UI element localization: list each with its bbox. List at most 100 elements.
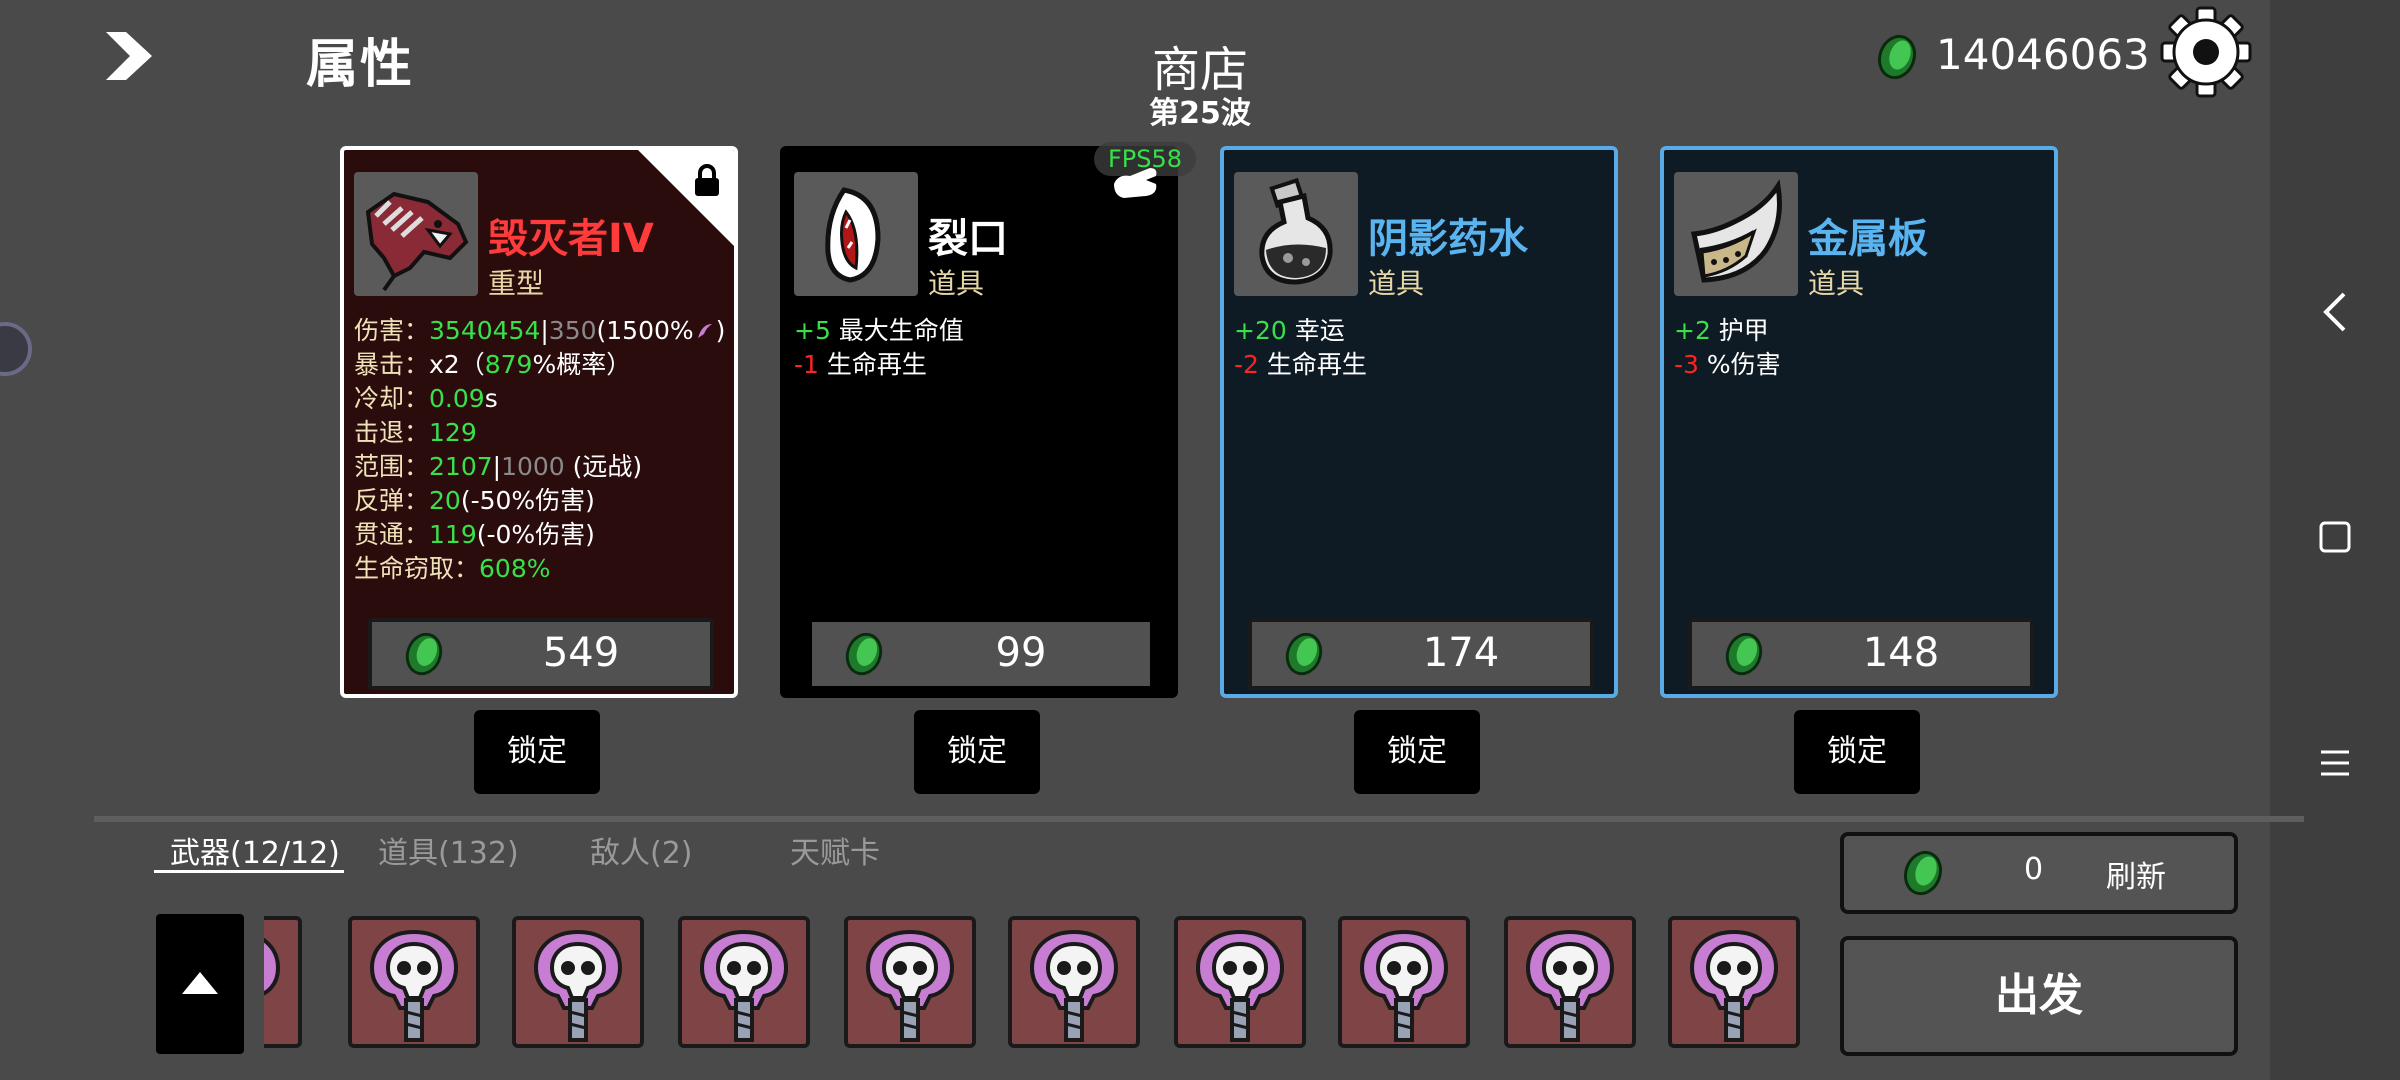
scroll-up-button[interactable] [156, 914, 244, 1054]
metal-plate-icon [1690, 179, 1782, 283]
item-name: 裂口 [928, 216, 1008, 262]
stat-damage: 伤害：3540454|350(1500%) [354, 316, 726, 345]
gear-icon[interactable] [2160, 6, 2252, 98]
item-name: 毁灭者IV [488, 216, 654, 262]
stat-range: 范围：2107|1000 (远战) [354, 452, 643, 481]
item-portrait [1234, 172, 1358, 296]
green-coin-icon [1903, 850, 1943, 896]
inventory-weapon-slot[interactable] [1338, 916, 1470, 1048]
go-button[interactable]: 出发 [1840, 936, 2238, 1056]
item-effects: +2 护甲 -3 %伤害 [1674, 314, 1781, 382]
effect-line: +20 幸运 [1234, 316, 1345, 345]
active-tab-underline [154, 870, 344, 873]
skull-staff-icon [369, 929, 459, 1042]
stat-crit: 暴击：x2（879%概率） [354, 350, 632, 379]
lock-button[interactable]: 锁定 [474, 710, 600, 794]
hand-pointer-icon [1114, 168, 1157, 198]
price-value: 174 [1422, 630, 1500, 676]
shop-card-weapon[interactable]: 毁灭者IV 重型 伤害：3540454|350(1500%) 暴击：x2（879… [340, 146, 738, 698]
skull-staff-icon [699, 929, 789, 1042]
inventory-weapon-slot[interactable] [1174, 916, 1306, 1048]
green-coin-icon [1285, 632, 1323, 676]
skull-staff-icon [1525, 929, 1615, 1042]
skull-staff-icon [1359, 929, 1449, 1042]
item-portrait [794, 172, 918, 296]
lock-button[interactable]: 锁定 [1354, 710, 1480, 794]
effect-line: +2 护甲 [1674, 316, 1769, 345]
inventory-weapon-slot[interactable] [1668, 916, 1800, 1048]
weapon-inventory [264, 914, 1814, 1060]
section-divider [94, 816, 2304, 822]
item-effects: +20 幸运 -2 生命再生 [1234, 314, 1367, 382]
rift-mouth-icon [825, 187, 881, 283]
stat-bounce: 反弹：20(-50%伤害) [354, 486, 595, 515]
lock-button[interactable]: 锁定 [914, 710, 1040, 794]
price-value: 148 [1862, 630, 1940, 676]
inventory-weapon-slot[interactable] [512, 916, 644, 1048]
effect-line: -2 生命再生 [1234, 350, 1367, 379]
inventory-weapon-slot[interactable] [348, 916, 480, 1048]
skull-staff-icon [1689, 929, 1779, 1042]
system-nav-bar [2270, 0, 2400, 1080]
skull-staff-icon [264, 937, 281, 996]
menu-icon[interactable] [2270, 744, 2400, 790]
skull-staff-icon [865, 929, 955, 1042]
effect-line: +5 最大生命值 [794, 316, 964, 345]
price-value: 549 [542, 630, 620, 676]
arrow-up-icon [182, 972, 218, 994]
tab-talent-cards[interactable]: 天赋卡 [790, 828, 880, 872]
weapon-stats: 伤害：3540454|350(1500%) 暴击：x2（879%概率） 冷却：0… [354, 314, 725, 586]
inventory-weapon-slot[interactable] [844, 916, 976, 1048]
item-name: 阴影药水 [1368, 216, 1528, 262]
skull-staff-icon [1195, 929, 1285, 1042]
buy-button[interactable]: 174 [1248, 618, 1594, 690]
back-icon[interactable] [2270, 290, 2400, 344]
shop-card-item[interactable]: 金属板 道具 +2 护甲 -3 %伤害 148 [1660, 146, 2058, 698]
lock-icon [695, 164, 719, 196]
item-name: 金属板 [1808, 216, 1928, 262]
stat-pierce: 贯通：119(-0%伤害) [354, 520, 595, 549]
home-icon[interactable] [2270, 518, 2400, 564]
inventory-weapon-slot[interactable] [1504, 916, 1636, 1048]
item-type: 道具 [1808, 267, 1865, 300]
shop-card-item[interactable]: 阴影药水 道具 +20 幸运 -2 生命再生 174 [1220, 146, 1618, 698]
item-portrait [1674, 172, 1798, 296]
skull-staff-icon [1029, 929, 1119, 1042]
stats-title[interactable]: 属性 [306, 22, 414, 97]
effect-line: -3 %伤害 [1674, 350, 1781, 379]
tab-enemies[interactable]: 敌人(2) [590, 828, 693, 872]
green-coin-icon [405, 632, 443, 676]
shadow-potion-icon [1259, 177, 1333, 285]
refresh-button[interactable]: 0 刷新 [1840, 832, 2238, 914]
green-coin-icon [1877, 34, 1917, 80]
buy-button[interactable]: 549 [368, 618, 714, 690]
chevron-right-icon[interactable] [100, 28, 156, 84]
buy-button[interactable]: 99 [808, 618, 1154, 690]
wave-label: 第25波 [1149, 96, 1251, 131]
buy-button[interactable]: 148 [1688, 618, 2034, 690]
shop-card-item[interactable]: 裂口 道具 +5 最大生命值 -1 生命再生 99 [780, 146, 1178, 698]
destroyer-weapon-icon [365, 191, 469, 292]
price-value: 99 [995, 630, 1047, 676]
floating-assist-bubble[interactable] [0, 322, 32, 376]
stat-cooldown: 冷却：0.09s [354, 384, 498, 413]
stat-lifesteal: 生命窃取：608% [354, 554, 551, 583]
lock-button[interactable]: 锁定 [1794, 710, 1920, 794]
magic-damage-icon [697, 324, 712, 338]
green-coin-icon [845, 632, 883, 676]
inventory-weapon-slot[interactable] [678, 916, 810, 1048]
inventory-weapon-slot[interactable] [1008, 916, 1140, 1048]
item-type: 道具 [928, 267, 985, 300]
currency-amount: 14046063 [1936, 30, 2150, 79]
skull-staff-icon [533, 929, 623, 1042]
item-type: 道具 [1368, 267, 1425, 300]
inventory-weapon-slot[interactable] [264, 916, 302, 1048]
effect-line: -1 生命再生 [794, 350, 927, 379]
tab-weapons[interactable]: 武器(12/12) [170, 828, 340, 872]
stat-knockback: 击退：129 [354, 418, 477, 447]
weapon-portrait [354, 172, 478, 296]
refresh-label: 刷新 [2106, 860, 2166, 895]
item-effects: +5 最大生命值 -1 生命再生 [794, 314, 964, 382]
tab-items[interactable]: 道具(132) [378, 828, 519, 872]
item-type: 重型 [488, 267, 545, 300]
